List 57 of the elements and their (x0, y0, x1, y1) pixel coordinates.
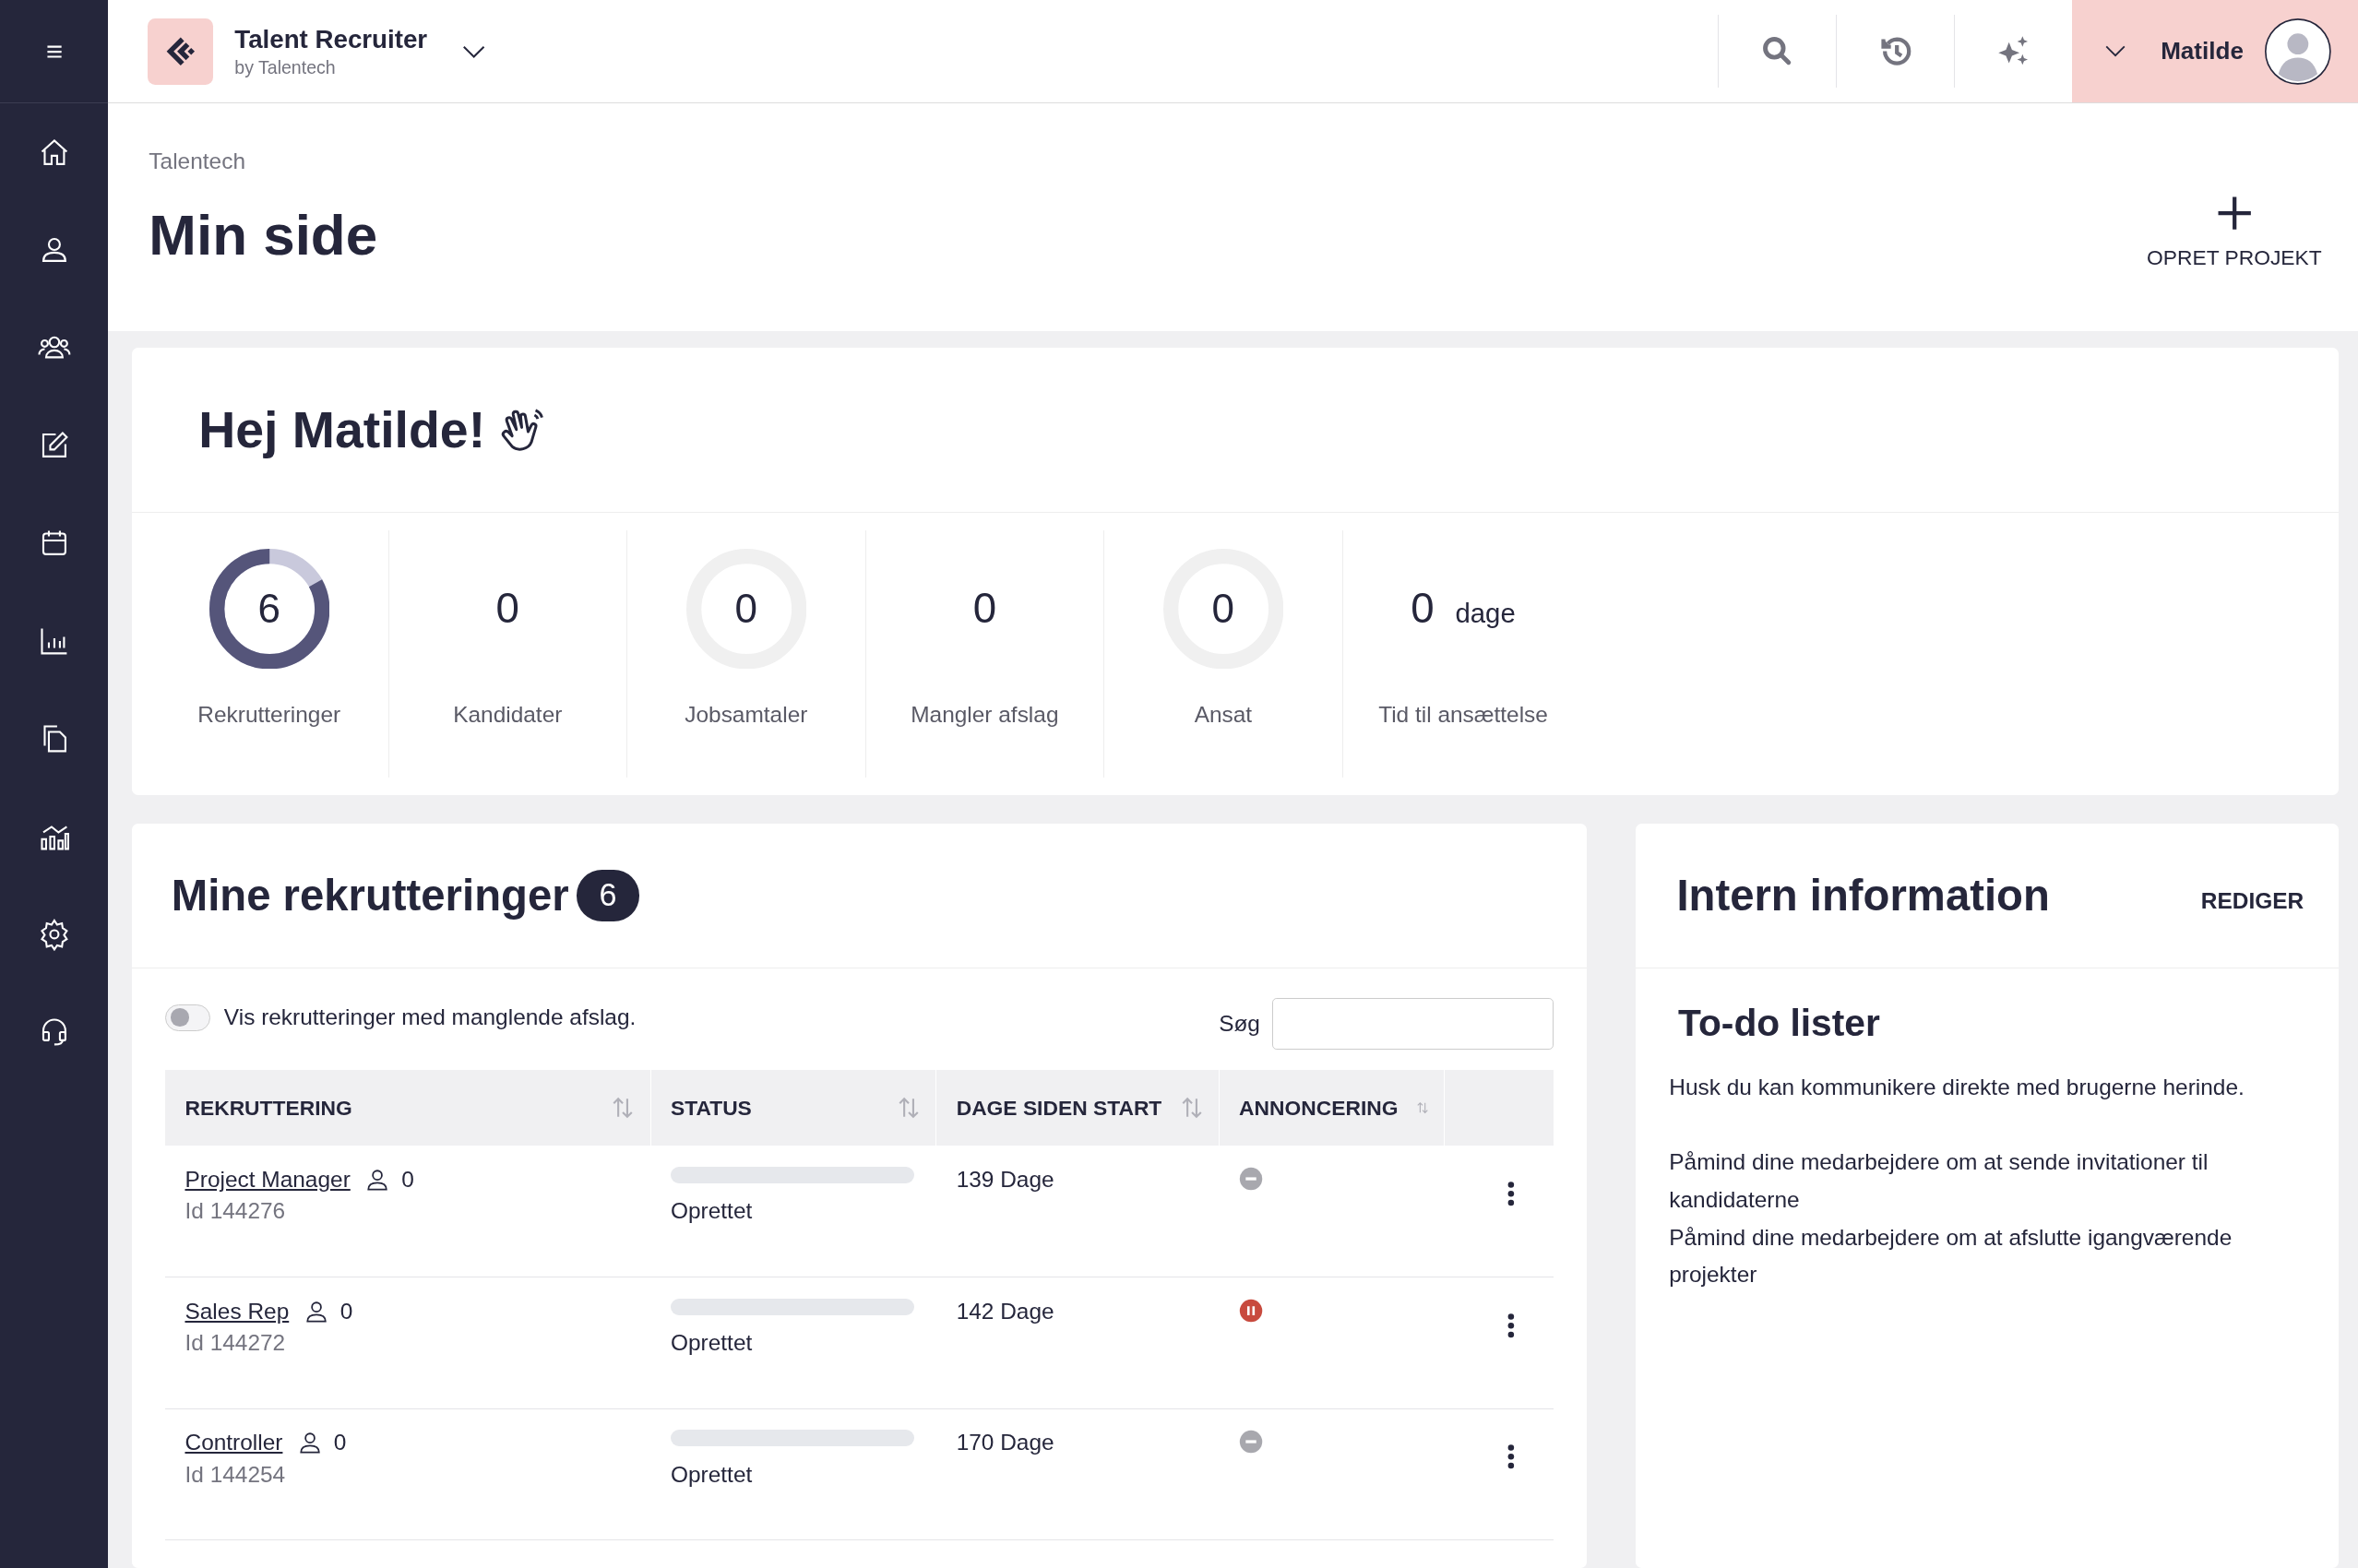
recruitment-link[interactable]: Project Manager (185, 1166, 351, 1193)
column-header[interactable]: ANNONCERING (1239, 1095, 1399, 1121)
greeting: Hej Matilde! (198, 399, 486, 459)
section-title: Intern information (1676, 870, 2050, 921)
person-icon (297, 1431, 322, 1455)
toggle-label: Vis rekrutteringer med manglende afslag. (223, 1004, 637, 1031)
status-text: Oprettet (670, 1461, 754, 1488)
stat-value: 0 (495, 585, 519, 634)
stat-value: 0 (734, 586, 758, 633)
person-icon (304, 1299, 328, 1324)
recruitment-link[interactable]: Controller (185, 1430, 283, 1456)
stat-label: Kandidater (453, 702, 563, 729)
recruitment-id: Id 144254 (185, 1461, 287, 1488)
user-menu[interactable]: Matilde (2072, 0, 2358, 103)
create-project-button[interactable]: OPRET PROJEKT (2147, 194, 2322, 270)
stat-label: Rekrutteringer (197, 702, 341, 729)
page-title: Min side (149, 201, 378, 267)
count-badge: 6 (576, 870, 640, 921)
breadcrumb[interactable]: Talentech (149, 148, 378, 175)
recruitment-id: Id 144276 (185, 1198, 287, 1225)
toggle-switch[interactable] (165, 1004, 211, 1032)
candidate-count: 0 (339, 1298, 353, 1324)
status-text: Oprettet (670, 1198, 754, 1224)
days-since-start: 170 Dage (956, 1430, 1054, 1455)
paragraph: Påmind dine medarbejdere om at afslutte igangværende projekter (1669, 1223, 2233, 1289)
column-header[interactable]: STATUS (670, 1095, 752, 1121)
todo-title: To-do lister (1678, 1001, 1881, 1045)
stat-value: 0 (1211, 586, 1235, 633)
search-label: Søg (1219, 1010, 1260, 1037)
stat-label: Ansat (1194, 702, 1253, 729)
paragraph: Påmind dine medarbejdere om at sende invitationer til kandidaterne (1669, 1148, 2209, 1214)
candidate-count: 0 (333, 1430, 347, 1456)
minus-circle-icon (1239, 1166, 1264, 1191)
column-header[interactable]: REKRUTTERING (185, 1095, 352, 1121)
edit-button[interactable]: REDIGER (2200, 888, 2304, 915)
stat-value: 0 (1411, 585, 1435, 634)
stat-label: Mangler afslag (911, 702, 1059, 729)
app-name: Talent Recruiter (234, 24, 428, 54)
search-field[interactable] (1272, 998, 1554, 1050)
days-since-start: 139 Dage (956, 1166, 1054, 1192)
app-subtitle: by Talentech (234, 56, 337, 78)
stat-value: 6 (257, 586, 280, 633)
section-title: Mine rekrutteringer (171, 870, 569, 921)
stat-label: Tid til ansættelse (1378, 702, 1548, 729)
person-icon (365, 1167, 390, 1192)
recruitment-id: Id 144272 (185, 1330, 287, 1357)
stat-value: 0 (972, 585, 997, 634)
days-since-start: 142 Dage (956, 1298, 1054, 1324)
recruitment-link[interactable]: Sales Rep (185, 1298, 290, 1324)
candidate-count: 0 (401, 1166, 414, 1193)
paragraph: Husk du kan kommunikere direkte med brugerne herinde. (1669, 1073, 2245, 1101)
status-text: Oprettet (670, 1329, 754, 1356)
pause-circle-icon (1239, 1298, 1264, 1323)
column-header[interactable]: DAGE SIDEN START (956, 1095, 1162, 1121)
minus-circle-icon (1239, 1430, 1264, 1455)
stat-label: Jobsamtaler (685, 702, 808, 729)
stat-unit: dage (1455, 598, 1516, 629)
